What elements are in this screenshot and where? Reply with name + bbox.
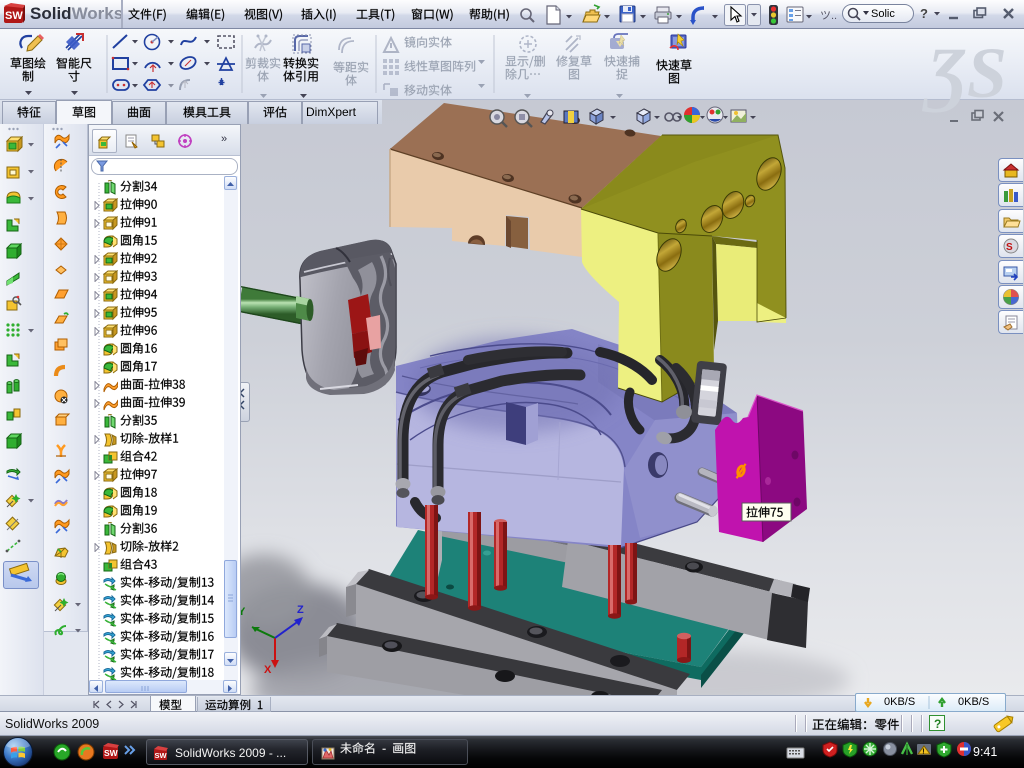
svg-text:SW: SW	[155, 751, 168, 760]
svg-text:S: S	[1006, 242, 1013, 253]
svg-text:SW: SW	[104, 748, 119, 758]
svg-text:Solic: Solic	[871, 8, 895, 20]
svg-text:SW: SW	[5, 10, 23, 22]
svg-text:!: !	[922, 749, 924, 756]
svg-text:ツ..: ツ..	[820, 10, 837, 22]
